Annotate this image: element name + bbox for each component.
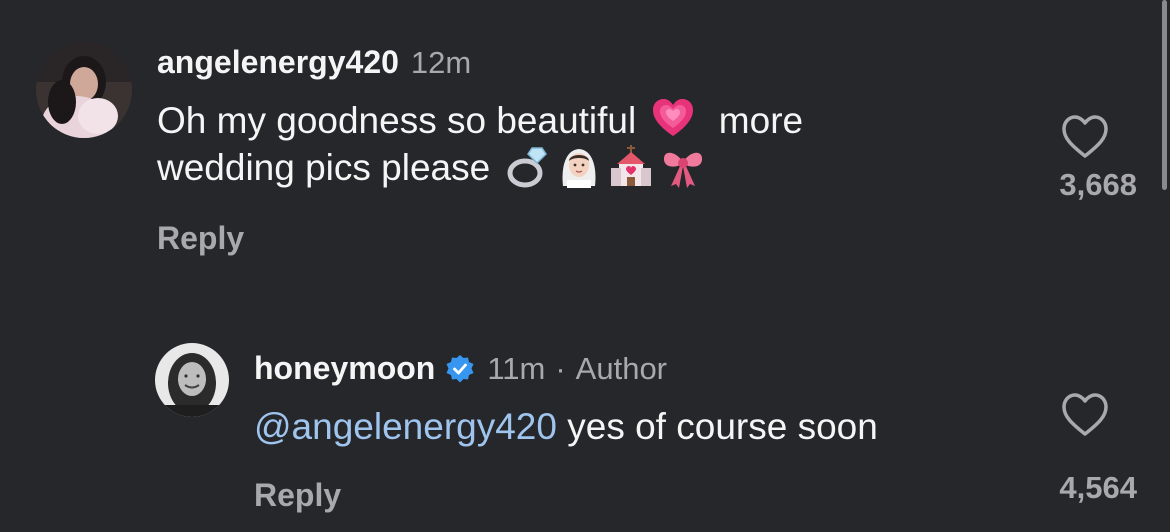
reply-button[interactable]: Reply: [254, 477, 341, 514]
separator: ·: [555, 351, 566, 386]
comment-text-line1: Oh my goodness so beautiful: [157, 100, 637, 141]
ribbon-emoji: [661, 144, 705, 188]
wedding-chapel-emoji: [609, 144, 653, 188]
comment-header: honeymoon 11m · Author: [254, 349, 667, 387]
reply-button[interactable]: Reply: [157, 220, 244, 257]
avatar[interactable]: [36, 42, 132, 138]
comment-text: Oh my goodness so beautiful more wedding…: [157, 97, 803, 191]
mention-link[interactable]: @angelenergy420: [254, 406, 557, 447]
heart-icon[interactable]: [1061, 114, 1109, 160]
comment-text-line1-after: more: [718, 100, 804, 141]
author-label: Author: [575, 351, 668, 386]
bride-emoji: [557, 144, 601, 188]
timestamp: 12m: [410, 45, 472, 80]
username[interactable]: honeymoon: [254, 350, 435, 387]
verified-badge-icon: [446, 355, 474, 383]
scrollbar[interactable]: [1162, 0, 1167, 190]
avatar[interactable]: [155, 343, 229, 417]
comments-page: angelenergy420 12m Oh my goodness so bea…: [0, 0, 1170, 532]
comment-text-line2: wedding pics please: [157, 147, 491, 188]
username[interactable]: angelenergy420: [157, 44, 399, 81]
comment-header: angelenergy420 12m: [157, 44, 471, 81]
comment-text-body: yes of course soon: [567, 406, 878, 447]
timestamp: 11m: [487, 351, 546, 386]
like-count: 4,564: [1059, 470, 1137, 505]
like-count: 3,668: [1059, 167, 1137, 202]
ring-emoji: [505, 144, 549, 188]
heart-icon[interactable]: [1061, 392, 1109, 438]
comment-text: @angelenergy420 yes of course soon: [254, 403, 878, 450]
growing-heart-emoji: [651, 97, 695, 141]
